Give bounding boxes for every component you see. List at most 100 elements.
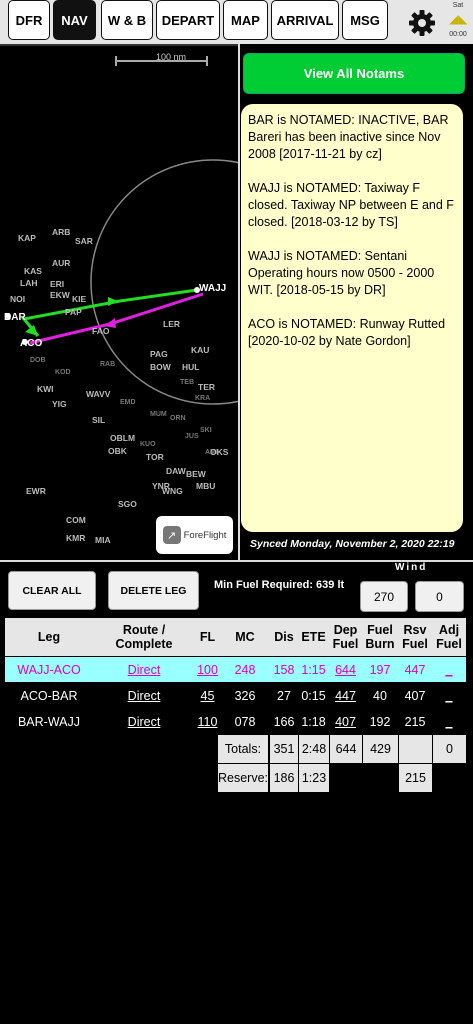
rsv-fuel-value: 215 — [398, 709, 432, 734]
clear-all-button[interactable]: CLEAR ALL — [8, 571, 96, 610]
map-waypoint: DAW — [166, 466, 186, 476]
map-waypoint: TER — [198, 382, 215, 392]
col-header-route: Route / Complete — [93, 618, 195, 656]
map-waypoint: OBK — [108, 446, 127, 456]
adj-fuel-link[interactable]: _ — [432, 683, 466, 708]
dep-fuel-link[interactable]: 644 — [329, 657, 362, 682]
notam-item: BAR is NOTAMED: INACTIVE, BAR Bareri has… — [248, 113, 449, 161]
tab-nav[interactable]: NAV — [53, 0, 96, 40]
dep-fuel-link[interactable]: 447 — [329, 683, 362, 708]
tab-wb[interactable]: W & B — [101, 0, 153, 40]
col-header-rsv-fuel: Rsv Fuel — [398, 618, 432, 656]
tab-arrival[interactable]: ARRIVAL — [271, 0, 339, 40]
dis-value: 166 — [270, 709, 298, 734]
fl-link[interactable]: 110 — [195, 709, 220, 734]
svg-text:DOB: DOB — [30, 357, 46, 364]
svg-text:KRA: KRA — [195, 395, 210, 402]
vertical-divider — [238, 44, 240, 562]
route-waypoint-aco: ACO — [20, 338, 43, 349]
map-waypoint: MBU — [196, 481, 216, 491]
wind-speed-input[interactable]: 0 — [415, 581, 464, 612]
svg-text:ORN: ORN — [170, 415, 186, 422]
map-waypoint: EWR — [26, 486, 46, 496]
col-header-adj-fuel: Adj Fuel — [432, 618, 466, 656]
fuel-burn-value: 197 — [362, 657, 398, 682]
adj-fuel-link[interactable]: _ — [432, 709, 466, 734]
fuel-burn-value: 40 — [362, 683, 398, 708]
totals-label: Totals: — [218, 735, 268, 763]
svg-text:KUO: KUO — [140, 441, 156, 448]
col-header-fuel-burn: Fuel Burn — [362, 618, 398, 656]
ete-value: 1:15 — [298, 657, 329, 682]
gear-icon[interactable] — [407, 8, 437, 38]
totals-adj-fuel: 0 — [433, 735, 466, 763]
notam-item: WAJJ is NOTAMED: Sentani Operating hours… — [248, 249, 435, 297]
col-header-dis: Dis — [270, 618, 298, 656]
foreflight-button[interactable]: ↗ ForeFlight — [156, 516, 233, 554]
satellite-time: 00:00 — [449, 31, 467, 38]
svg-text:KOD: KOD — [55, 369, 71, 376]
svg-text:TEB: TEB — [180, 379, 194, 386]
fl-link[interactable]: 45 — [195, 683, 220, 708]
tab-msg[interactable]: MSG — [342, 0, 388, 40]
dis-value: 158 — [270, 657, 298, 682]
svg-text:JUS: JUS — [185, 433, 199, 440]
route-waypoint-bar: BAR — [4, 312, 26, 323]
map-waypoint: YIG — [52, 399, 67, 409]
share-icon: ↗ — [162, 526, 181, 544]
delete-leg-button[interactable]: DELETE LEG — [108, 571, 199, 610]
rsv-fuel-value: 447 — [398, 657, 432, 682]
map-waypoint: OKS — [210, 447, 229, 457]
map-waypoint: WNG — [162, 486, 183, 496]
wind-label: Wind — [395, 562, 428, 573]
tab-dfr[interactable]: DFR — [8, 0, 50, 40]
dep-fuel-link[interactable]: 407 — [329, 709, 362, 734]
reserve-ete: 1:23 — [299, 764, 329, 792]
map-waypoint: SAR — [75, 236, 93, 246]
map-waypoint: MIA — [95, 535, 111, 545]
view-all-notams-button[interactable]: View All Notams — [243, 53, 465, 94]
map-waypoint: EKW — [50, 290, 70, 300]
fuel-burn-value: 192 — [362, 709, 398, 734]
totals-dis: 351 — [270, 735, 298, 763]
mc-value: 248 — [220, 657, 270, 682]
tab-map[interactable]: MAP — [223, 0, 268, 40]
fl-link[interactable]: 100 — [195, 657, 220, 682]
col-header-leg: Leg — [5, 618, 93, 656]
top-tab-bar: DFR NAV W & B DEPART MAP ARRIVAL MSG Sat… — [0, 0, 473, 44]
route-map[interactable]: RAB TEB KRA MUM SKI KUO AMI DOB KOD EMD ORN JUS … — [0, 44, 238, 560]
notam-list: BAR is NOTAMED: INACTIVE, BAR Bareri has… — [241, 104, 463, 532]
map-waypoint: OBLM — [110, 433, 136, 443]
map-waypoint: KWI — [37, 384, 54, 394]
map-waypoint: HUL — [182, 362, 200, 372]
svg-text:EMD: EMD — [120, 399, 136, 406]
map-waypoint: TOR — [146, 452, 164, 462]
totals-dep-fuel: 644 — [330, 735, 362, 763]
rsv-fuel-value: 407 — [398, 683, 432, 708]
sync-status: Synced Monday, November 2, 2020 22:19 — [250, 538, 455, 550]
wind-direction-input[interactable]: 270 — [360, 581, 408, 612]
map-waypoint: FAO — [92, 326, 110, 336]
ete-value: 1:18 — [298, 709, 329, 734]
map-waypoint: COM — [66, 515, 86, 525]
notam-item: WAJJ is NOTAMED: Taxiway F closed. Taxiw… — [248, 181, 454, 229]
col-header-dep-fuel: Dep Fuel — [329, 618, 362, 656]
map-waypoint: AUR — [52, 258, 71, 268]
map-waypoint: ERI — [50, 279, 65, 289]
route-link[interactable]: Direct — [93, 709, 195, 734]
map-waypoint: BEW — [186, 469, 206, 479]
route-link[interactable]: Direct — [93, 657, 195, 682]
leg-name: WAJJ-ACO — [5, 657, 93, 682]
svg-text:RAB: RAB — [100, 361, 115, 368]
foreflight-label: ForeFlight — [183, 529, 227, 541]
adj-fuel-link[interactable]: _ — [432, 657, 466, 682]
ete-value: 0:15 — [298, 683, 329, 708]
map-waypoint: PAP — [65, 307, 82, 317]
tab-depart[interactable]: DEPART — [156, 0, 220, 40]
map-waypoint: BOW — [150, 362, 171, 372]
map-waypoint: KMR — [66, 533, 86, 543]
svg-text:SKI: SKI — [200, 427, 212, 434]
map-waypoint: LER — [163, 319, 180, 329]
route-waypoint-wajj: WAJJ — [199, 283, 227, 294]
route-link[interactable]: Direct — [93, 683, 195, 708]
